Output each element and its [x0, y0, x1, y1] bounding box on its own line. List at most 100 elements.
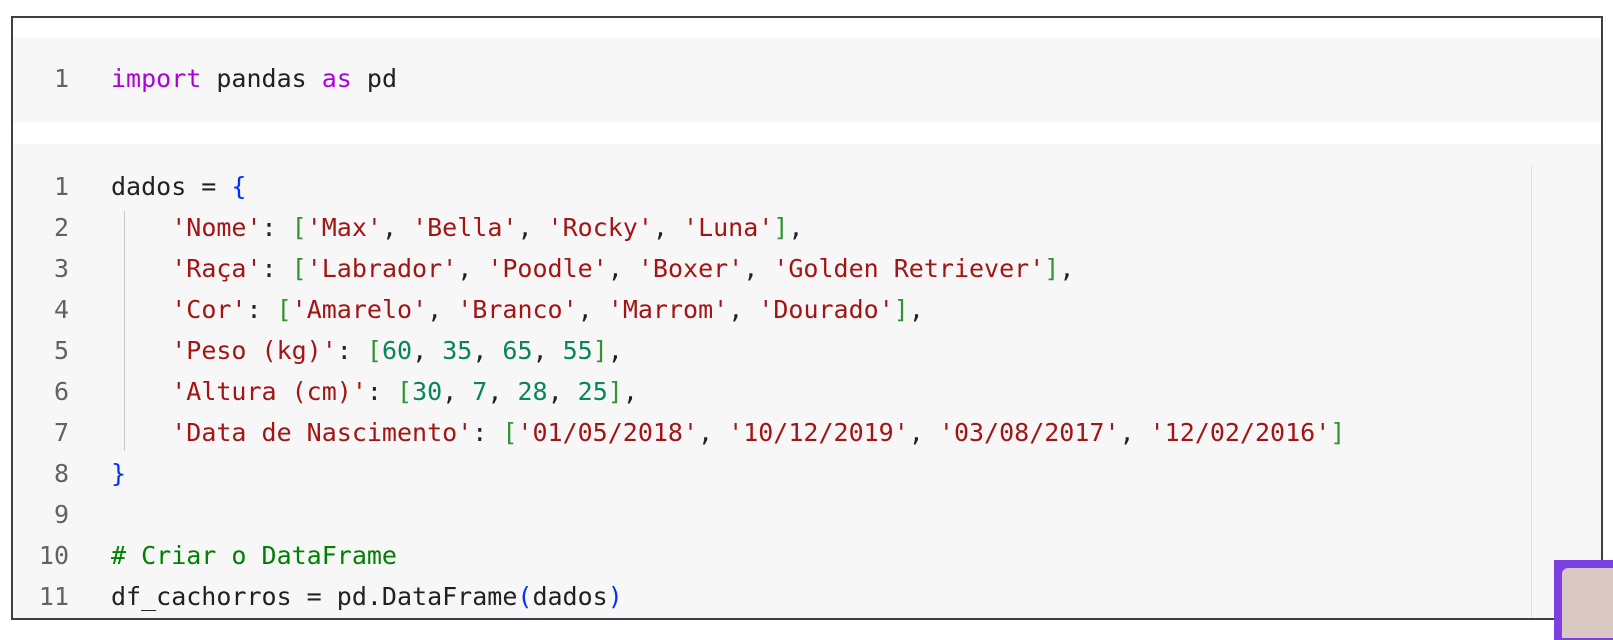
code-token: ,	[487, 377, 518, 406]
code-token: :	[366, 377, 397, 406]
code-token: ,	[1059, 254, 1075, 283]
code-line[interactable]: 8}	[13, 453, 126, 494]
code-token: 'Boxer'	[637, 254, 744, 283]
code-token: {	[231, 172, 247, 201]
code-line[interactable]: 7 'Data de Nascimento': ['01/05/2018', '…	[13, 412, 1345, 453]
code-token: ,	[532, 336, 563, 365]
code-token: :	[246, 295, 277, 324]
line-number: 2	[53, 213, 69, 242]
line-number: 11	[38, 582, 69, 611]
code-token: 'Rocky'	[547, 213, 653, 242]
code-token: 'Altura (cm)'	[171, 377, 367, 406]
code-token: :	[261, 213, 292, 242]
code-line[interactable]: 11 df_cachorros = pd.DataFrame(dados)	[13, 576, 623, 617]
code-line[interactable]: 3 'Raça': ['Labrador', 'Poodle', 'Boxer'…	[13, 248, 1074, 289]
video-overlay-thumbnail	[1562, 568, 1613, 638]
code-token: ,	[908, 418, 939, 447]
code-token: 55	[562, 336, 593, 365]
code-token: as	[321, 64, 352, 93]
line-number: 1	[53, 172, 69, 201]
code-token: 'Luna'	[683, 213, 774, 242]
code-token: '10/12/2019'	[728, 418, 909, 447]
code-token: [	[291, 254, 307, 283]
code-line[interactable]: 4 'Cor': ['Amarelo', 'Branco', 'Marrom',…	[13, 289, 924, 330]
line-number: 10	[38, 541, 69, 570]
code-token: }	[111, 459, 127, 488]
code-token: ,	[728, 295, 759, 324]
code-token: 'Raça'	[171, 254, 262, 283]
code-line[interactable]: 5 'Peso (kg)': [60, 35, 65, 55],	[13, 330, 623, 371]
code-token: 65	[502, 336, 533, 365]
code-token: ]	[1330, 418, 1346, 447]
code-token: ,	[427, 295, 458, 324]
code-token: [	[366, 336, 382, 365]
code-token: 'Max'	[306, 213, 382, 242]
code-token: 'Bella'	[412, 213, 518, 242]
code-token: pd	[351, 64, 397, 93]
code-token: # Criar o DataFrame	[111, 541, 397, 570]
code-token: [	[291, 213, 307, 242]
code-line[interactable]: 2 'Nome': ['Max', 'Bella', 'Rocky', 'Lun…	[13, 207, 804, 248]
code-token: 25	[577, 377, 608, 406]
code-line[interactable]: 6 'Altura (cm)': [30, 7, 28, 25],	[13, 371, 638, 412]
code-token: pandas	[201, 64, 322, 93]
code-token: :	[261, 254, 292, 283]
code-token: ,	[412, 336, 443, 365]
code-token: [	[397, 377, 413, 406]
line-number: 4	[53, 295, 69, 324]
code-token: df_cachorros = pd.DataFrame	[111, 582, 518, 611]
code-token: ]	[607, 377, 623, 406]
code-token: 'Dourado'	[758, 295, 894, 324]
code-token: ,	[607, 254, 638, 283]
cell-gap	[13, 122, 1601, 144]
code-token: [	[502, 418, 518, 447]
code-token: 'Golden Retriever'	[773, 254, 1045, 283]
code-token: import	[111, 64, 202, 93]
code-token: ,	[577, 295, 608, 324]
code-token: ,	[607, 336, 623, 365]
line-number: 9	[53, 500, 69, 529]
notebook-frame: 1 import pandas as pd 1 dados = {2 'Nome': …	[11, 16, 1603, 620]
code-token: 'Poodle'	[487, 254, 608, 283]
code-token: ]	[893, 295, 909, 324]
code-token: ]	[592, 336, 608, 365]
code-token: ,	[547, 377, 578, 406]
code-token: )	[607, 582, 623, 611]
code-token: ,	[472, 336, 503, 365]
code-token: 'Amarelo'	[291, 295, 428, 324]
line-number: 5	[53, 336, 69, 365]
line-number: 7	[53, 418, 69, 447]
code-line[interactable]: 1 import pandas as pd	[13, 58, 397, 99]
code-token: 30	[412, 377, 443, 406]
code-token: 'Peso (kg)'	[171, 336, 337, 365]
code-token: ,	[442, 377, 473, 406]
code-token: ,	[1119, 418, 1150, 447]
code-token: ,	[652, 213, 684, 242]
code-token: '12/02/2016'	[1149, 418, 1331, 447]
code-token: 60	[381, 336, 413, 365]
code-token: ,	[908, 295, 924, 324]
code-token: 'Labrador'	[306, 254, 458, 283]
code-token: ,	[788, 213, 804, 242]
code-token: ,	[622, 377, 638, 406]
line-number: 1	[53, 64, 69, 93]
line-number: 3	[53, 254, 69, 283]
code-token: '03/08/2017'	[938, 418, 1120, 447]
code-line[interactable]: 10 # Criar o DataFrame	[13, 535, 397, 576]
code-token: ]	[773, 213, 789, 242]
code-token: (	[517, 582, 533, 611]
code-token: ,	[743, 254, 774, 283]
code-line[interactable]: 9	[13, 494, 111, 535]
code-token: '01/05/2018'	[517, 418, 699, 447]
code-token: 7	[472, 377, 488, 406]
code-line[interactable]: 1 dados = {	[13, 166, 247, 207]
code-token: :	[336, 336, 367, 365]
line-number: 6	[53, 377, 69, 406]
code-token: ,	[698, 418, 729, 447]
code-token: 28	[517, 377, 548, 406]
